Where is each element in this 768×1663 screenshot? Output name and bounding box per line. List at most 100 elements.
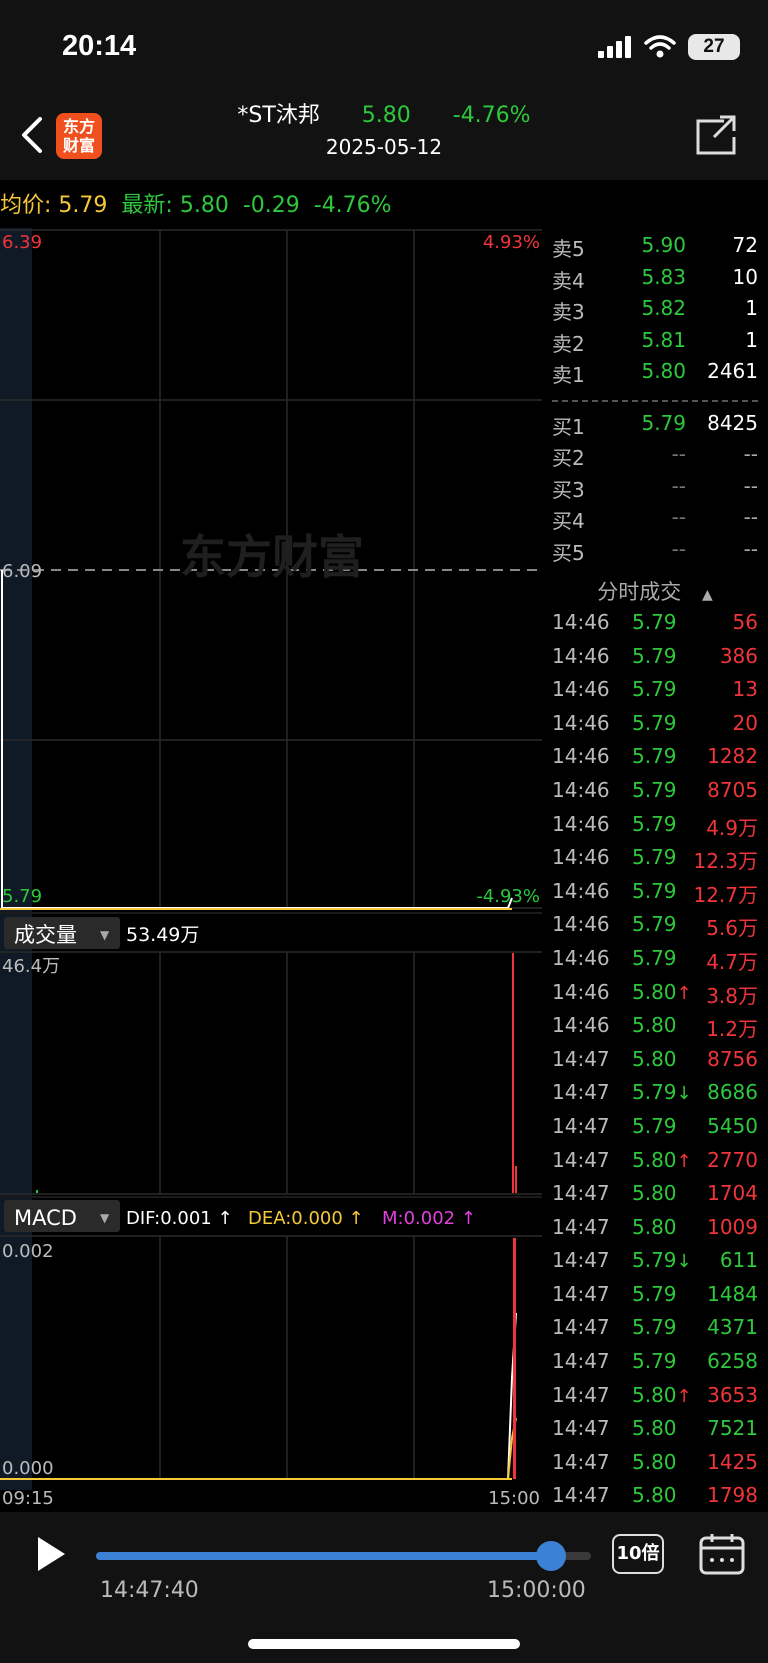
trade-volume: 20 <box>732 710 758 735</box>
stock-price: 5.80 <box>361 103 411 128</box>
calendar-icon[interactable] <box>698 1532 746 1576</box>
intraday-chart[interactable]: 东方财富 6.39 6.09 5.79 4.93% -4.93% 成交量 ▼ 5… <box>0 228 542 1510</box>
trade-direction-icon: ↑ <box>676 1385 692 1407</box>
trade-time: 14:46 <box>552 979 610 1004</box>
trade-price: 5.79 <box>632 878 677 903</box>
status-icons: 27 <box>598 34 740 60</box>
trade-row: 14:47 5.80 1704 <box>542 1181 768 1215</box>
watermark: 东方财富 <box>180 530 364 584</box>
trades-list[interactable]: 14:46 5.79 56 14:46 5.79 386 14:46 5.79 13 14:46 5… <box>542 610 768 1517</box>
change-value: -0.29 <box>242 193 300 218</box>
trade-volume: 1.2万 <box>706 1017 758 1042</box>
latest-value: 5.80 <box>179 193 229 218</box>
macd-zero-label: 0.000 <box>2 1458 54 1479</box>
progress-slider[interactable] <box>96 1541 591 1571</box>
trade-time: 14:47 <box>552 1113 610 1138</box>
trade-price: 5.79 <box>632 945 677 970</box>
order-level-label: 买1 <box>552 414 585 439</box>
trade-price: 5.79 <box>632 677 677 702</box>
trade-row: 14:47 5.80↑ 2770 <box>542 1148 768 1182</box>
trade-direction-icon: ↓ <box>676 1083 692 1105</box>
price-info-row: 均价: 5.79 最新: 5.80 -0.29 -4.76% <box>0 187 768 221</box>
trade-row: 14:47 5.80 7521 <box>542 1416 768 1450</box>
stock-change-pct: -4.76% <box>452 103 531 128</box>
trade-volume: 13 <box>732 677 758 702</box>
trade-volume: 4371 <box>707 1315 758 1340</box>
trade-volume: 8756 <box>707 1046 758 1071</box>
trade-time: 14:47 <box>552 1281 610 1306</box>
trade-price: 5.79 <box>632 1113 677 1138</box>
progress-fill <box>96 1552 552 1560</box>
latest-label: 最新: <box>121 193 173 218</box>
trade-volume: 3.8万 <box>706 983 758 1008</box>
trade-time: 14:46 <box>552 777 610 802</box>
trade-volume: 1798 <box>707 1483 758 1508</box>
trade-row: 14:47 5.79 6258 <box>542 1349 768 1383</box>
trade-time: 14:47 <box>552 1449 610 1474</box>
home-indicator[interactable] <box>248 1639 520 1649</box>
trade-price: 5.80 <box>632 1449 677 1474</box>
order-price: 5.83 <box>641 264 686 289</box>
play-icon[interactable] <box>34 1534 68 1574</box>
order-book-row: 买2 -- -- <box>542 442 768 474</box>
trade-time: 14:47 <box>552 1214 610 1239</box>
trade-price: 5.80 <box>632 1483 677 1508</box>
trade-time: 14:46 <box>552 744 610 769</box>
trade-volume: 3653 <box>707 1382 758 1407</box>
trade-volume: 7521 <box>707 1416 758 1441</box>
order-book-row: 卖2 5.81 1 <box>542 328 768 360</box>
stock-date: 2025-05-12 <box>325 135 443 159</box>
trade-price: 5.79 <box>632 744 677 769</box>
order-book: 卖5 5.90 72 卖4 5.83 10 卖3 5.82 1 卖2 5.81 1 卖1 5.80 2461… <box>542 233 768 568</box>
trade-volume: 5.6万 <box>706 916 758 941</box>
trade-time: 14:46 <box>552 643 610 668</box>
trade-price: 5.79 <box>632 811 677 836</box>
trade-time: 14:46 <box>552 878 610 903</box>
trade-time: 14:46 <box>552 811 610 836</box>
trade-time: 14:47 <box>552 1147 610 1172</box>
speed-button[interactable]: 10倍 <box>612 1534 664 1574</box>
macd-max-label: 0.002 <box>2 1241 54 1262</box>
trade-row: 14:47 5.80 1425 <box>542 1450 768 1484</box>
trade-price: 5.79↓ <box>632 1080 692 1105</box>
share-icon[interactable] <box>694 113 738 157</box>
order-level-label: 卖1 <box>552 363 585 387</box>
trade-volume: 12.7万 <box>693 882 758 907</box>
progress-knob[interactable] <box>536 1541 567 1571</box>
order-book-divider <box>542 391 768 411</box>
change-pct-value: -4.76% <box>313 193 392 218</box>
order-price: -- <box>671 442 686 466</box>
macd-dropdown-icon: ▼ <box>100 1211 110 1225</box>
trade-row: 14:46 5.79 13 <box>542 677 768 711</box>
order-level-label: 买5 <box>552 540 585 565</box>
trade-price: 5.79 <box>632 1315 677 1340</box>
macd-selector-label: MACD <box>14 1206 77 1230</box>
trade-row: 14:46 5.80↑ 3.8万 <box>542 980 768 1014</box>
order-price: 5.82 <box>641 296 686 320</box>
trade-price: 5.79 <box>632 845 677 870</box>
trade-volume: 1009 <box>707 1214 758 1239</box>
avg-label: 均价: <box>0 193 52 218</box>
trade-price: 5.80 <box>632 1013 677 1038</box>
order-volume: 2461 <box>707 359 758 383</box>
pct-high-label: 4.93% <box>483 232 540 253</box>
chart-area[interactable]: 东方财富 6.39 6.09 5.79 4.93% -4.93% 成交量 ▼ 5… <box>0 228 542 1510</box>
wifi-icon <box>644 35 676 58</box>
stock-title: *ST沐邦 5.80 -4.76% <box>0 97 768 129</box>
trades-header[interactable]: 分时成交 ▲ <box>542 576 768 612</box>
price-mid-label: 6.09 <box>2 561 42 582</box>
trade-time: 14:46 <box>552 945 610 970</box>
time-axis-end: 15:00 <box>488 1488 540 1509</box>
signal-icon <box>598 36 631 58</box>
macd-grid <box>0 1235 542 1480</box>
trade-row: 14:46 5.79 20 <box>542 711 768 745</box>
trade-time: 14:47 <box>552 1483 610 1508</box>
volume-max-label: 46.4万 <box>2 956 60 977</box>
order-price: -- <box>671 536 686 561</box>
order-level-label: 卖2 <box>552 331 585 356</box>
trade-volume: 1704 <box>707 1181 758 1206</box>
trade-direction-icon: ↑ <box>676 982 692 1004</box>
order-price: 5.81 <box>641 327 686 352</box>
trade-row: 14:46 5.79 4.7万 <box>542 946 768 980</box>
price-low-label: 5.79 <box>2 886 42 907</box>
